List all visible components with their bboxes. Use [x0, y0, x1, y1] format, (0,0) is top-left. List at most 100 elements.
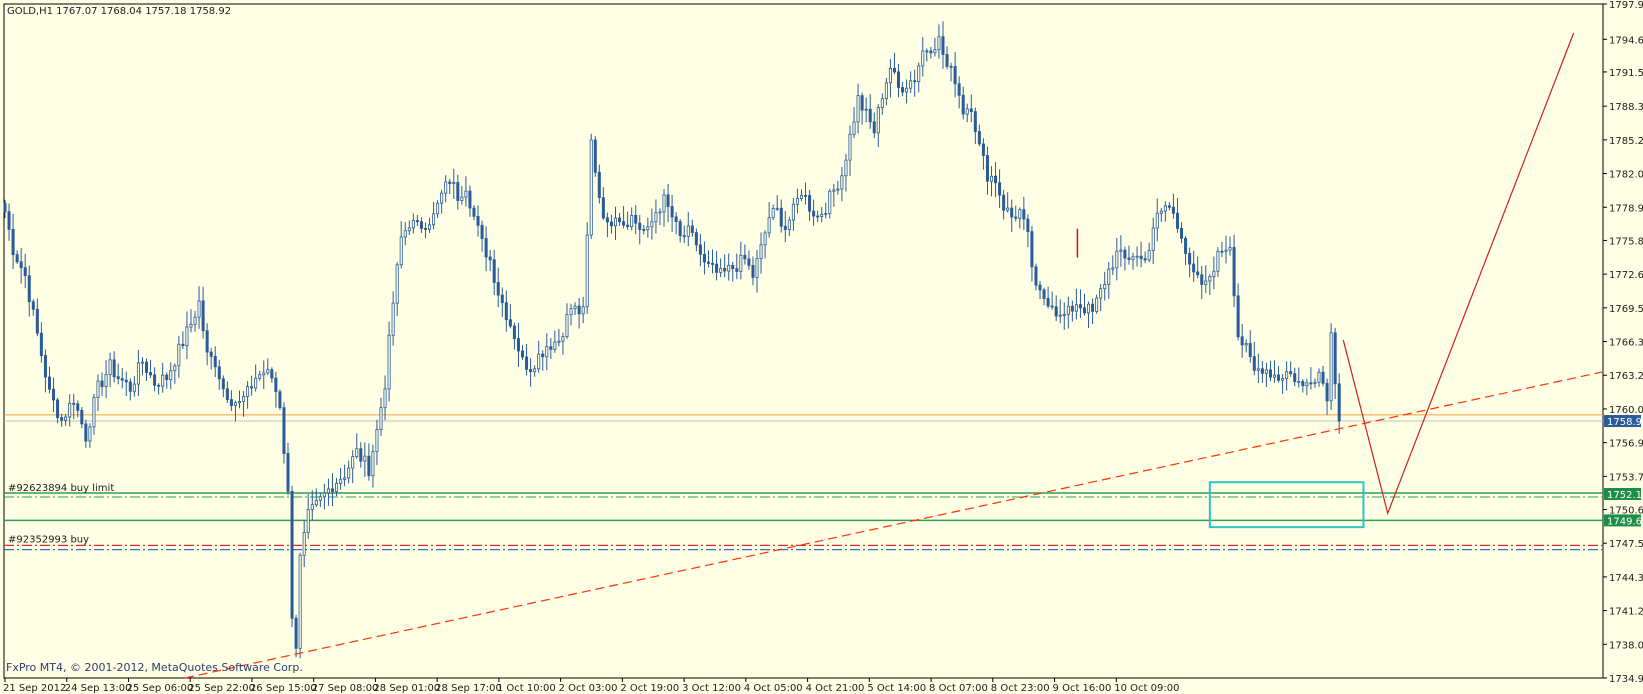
candle-body [1127, 257, 1131, 260]
candle-body [1232, 247, 1236, 297]
candle-body [989, 175, 994, 182]
y-tick-label: 1782.05 [1609, 170, 1643, 181]
candle-body [686, 225, 690, 237]
candle-body [1216, 250, 1220, 272]
candle-body [759, 244, 763, 260]
candle-body [492, 259, 496, 283]
candle-body [476, 215, 480, 226]
candle-body [1264, 369, 1268, 374]
candle-body [278, 391, 282, 409]
candle-body [921, 50, 925, 67]
candle-body [201, 300, 205, 332]
candle-body [423, 228, 427, 230]
candle-body [124, 379, 128, 383]
candle-body [969, 108, 973, 112]
candle-body [945, 54, 949, 67]
candle-body [242, 396, 246, 402]
candle-body [39, 332, 43, 356]
candle-body [965, 108, 969, 115]
candle-body [359, 448, 363, 462]
candle-body [15, 254, 19, 263]
candle-body [820, 213, 824, 217]
candle-body [209, 351, 213, 357]
candle-body [355, 448, 359, 458]
candle-body [840, 175, 844, 190]
candle-body [448, 181, 452, 184]
candle-body [347, 467, 351, 479]
candle-body [64, 416, 68, 421]
candle-body [897, 71, 901, 88]
candle-body [205, 330, 209, 353]
candle-body [31, 301, 35, 310]
symbol-header: GOLD,H1 1767.07 1768.04 1757.18 1758.92 [7, 6, 231, 17]
candle-body [383, 388, 387, 409]
candle-body [318, 496, 322, 501]
candle-body [909, 80, 913, 89]
candle-body [634, 214, 638, 224]
candle-body [116, 376, 120, 379]
candle-body [706, 261, 710, 264]
plot-area[interactable] [3, 3, 1604, 679]
candle-body [913, 80, 917, 83]
candle-body [711, 263, 715, 265]
x-tick-label: 21 Sep 2012 [3, 683, 66, 694]
candle-body [597, 171, 601, 199]
candle-body [1184, 237, 1188, 254]
candle-body [670, 206, 674, 218]
x-tick-label: 25 Sep 06:00 [126, 683, 193, 694]
candle-body [310, 504, 314, 510]
candle-body [1119, 249, 1123, 252]
candle-body [654, 212, 658, 223]
candle-body [1062, 314, 1066, 316]
candle-body [541, 353, 545, 358]
y-tick-label: 1744.35 [1609, 573, 1643, 584]
candle-body [848, 133, 852, 161]
candle-body [387, 334, 391, 390]
candle-body [120, 378, 124, 381]
candle-body [379, 407, 383, 430]
candle-body [1289, 371, 1293, 375]
candle-body [1244, 343, 1248, 346]
candle-body [937, 36, 941, 51]
candle-body [1256, 368, 1260, 371]
y-tick-label: 1734.90 [1609, 674, 1643, 685]
candle-body [1273, 374, 1277, 378]
candle-body [933, 49, 937, 54]
candle-body [605, 217, 609, 223]
candle-body [1325, 382, 1329, 402]
candle-body [472, 207, 476, 217]
candle-body [767, 217, 771, 234]
candle-body [403, 230, 407, 238]
candle-body [1143, 258, 1147, 261]
candle-body [391, 302, 395, 336]
candle-body [856, 95, 860, 123]
candle-body [286, 453, 290, 492]
candle-body [1167, 205, 1171, 208]
candle-body [941, 36, 945, 55]
candle-body [68, 402, 72, 418]
candle-body [618, 217, 622, 222]
candle-body [638, 222, 642, 230]
candle-body [464, 190, 468, 198]
candle-body [888, 67, 892, 84]
candle-body [799, 194, 803, 199]
candle-body [626, 224, 630, 228]
y-tick-label: 1788.35 [1609, 102, 1643, 113]
x-tick-label: 4 Oct 05:00 [744, 683, 803, 694]
candle-body [250, 386, 254, 389]
candle-body [824, 212, 828, 215]
candle-body [1010, 207, 1014, 218]
candle-body [577, 305, 581, 315]
candle-body [929, 50, 933, 54]
candle-body [1151, 227, 1155, 252]
candle-body [1293, 373, 1297, 383]
candlestick-chart[interactable]: #92623894 buy limit#92352993 buy1758.921… [0, 0, 1643, 694]
candle-body [953, 66, 957, 85]
candle-body [411, 220, 415, 229]
candle-body [791, 203, 795, 221]
candle-body [60, 417, 64, 421]
candle-body [1192, 263, 1196, 273]
candle-body [779, 207, 783, 227]
candle-body [496, 282, 500, 296]
candle-body [925, 50, 929, 53]
